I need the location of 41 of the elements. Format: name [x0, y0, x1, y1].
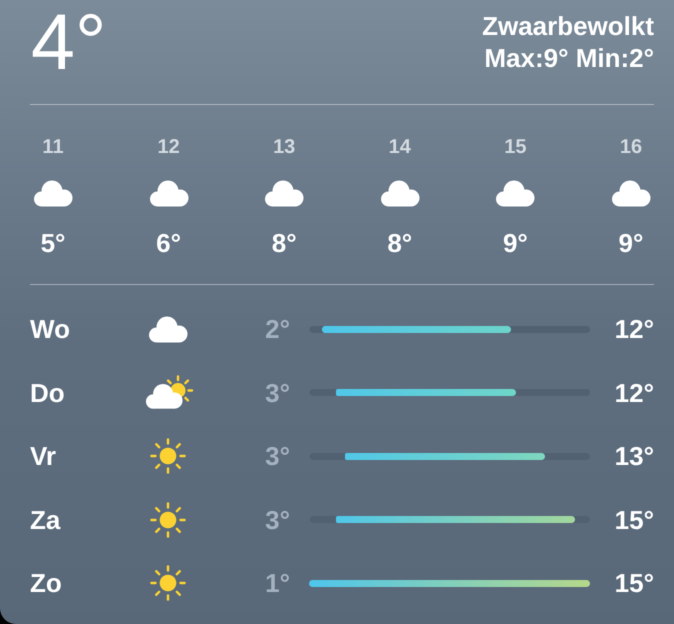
- sun-icon: [149, 564, 187, 602]
- day-label: Wo: [30, 314, 70, 344]
- hour-label: 16: [620, 135, 642, 159]
- high-temperature: 15°: [614, 568, 654, 598]
- cloud-icon: [33, 180, 73, 206]
- high-temperature: 12°: [614, 314, 654, 344]
- hour-label: 15: [504, 135, 526, 159]
- day-label: Do: [30, 378, 65, 408]
- cloud-icon: [148, 316, 188, 342]
- current-temperature: 4°: [31, 2, 107, 82]
- hourly-temperature: 8°: [272, 228, 297, 258]
- low-temperature: 3°: [265, 504, 290, 534]
- cloud-icon: [380, 180, 420, 206]
- hourly-temperature: 8°: [387, 228, 412, 258]
- cloud-icon: [610, 180, 651, 206]
- low-temperature: 2°: [265, 314, 290, 344]
- hour-label: 14: [388, 135, 411, 159]
- high-temperature: 12°: [614, 378, 654, 408]
- day-label: Za: [30, 504, 60, 534]
- weather-condition: Zwaarbewolkt: [482, 10, 654, 42]
- hour-label: 11: [42, 135, 64, 159]
- hourly-temperature: 9°: [618, 228, 644, 258]
- sun-icon: [149, 437, 187, 475]
- high-low-temperature: Max:9° Min:2°: [484, 42, 654, 74]
- hourly-temperature: 5°: [40, 228, 66, 258]
- sun-icon: [149, 500, 187, 538]
- high-temperature: 13°: [614, 441, 654, 471]
- low-temperature: 3°: [265, 441, 290, 471]
- hourly-temperature: 9°: [502, 228, 528, 258]
- low-temperature: 3°: [265, 378, 290, 408]
- high-temperature: 15°: [614, 504, 654, 534]
- hour-label: 12: [157, 135, 180, 159]
- day-label: Vr: [30, 441, 56, 471]
- hour-label: 13: [273, 135, 296, 159]
- day-label: Zo: [30, 568, 62, 598]
- cloud-icon: [148, 180, 189, 206]
- low-temperature: 1°: [265, 568, 290, 598]
- hourly-temperature: 6°: [156, 228, 182, 258]
- cloud-icon: [264, 180, 304, 206]
- cloud-icon: [495, 180, 536, 206]
- partly-cloudy-icon: [145, 375, 194, 410]
